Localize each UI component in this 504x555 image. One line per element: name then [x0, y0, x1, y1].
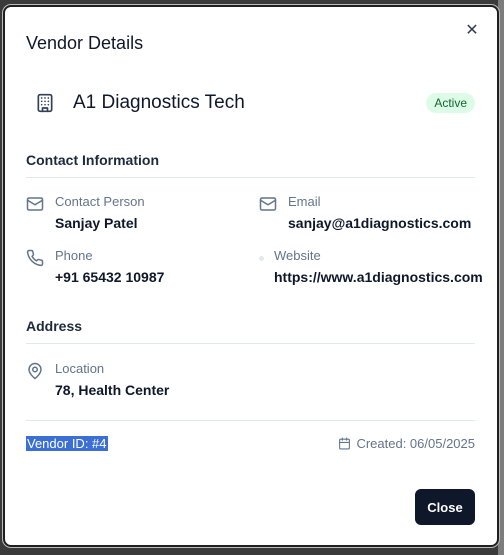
contact-section-title: Contact Information — [26, 152, 159, 168]
website-field: Website https://www.a1diagnostics.com — [259, 248, 483, 287]
vendor-name: A1 Diagnostics Tech — [73, 92, 245, 113]
location-value: 78, Health Center — [55, 382, 170, 398]
mail-icon — [259, 197, 277, 211]
close-icon[interactable]: ✕ — [463, 21, 481, 39]
vendor-header: A1 Diagnostics Tech Active — [26, 89, 475, 117]
modal-title: Vendor Details — [26, 33, 144, 53]
phone-value: +91 65432 10987 — [55, 269, 165, 285]
vendor-details-modal: ✕ Vendor Details A1 Diagnostics Tech Act… — [3, 5, 499, 547]
close-button[interactable]: Close — [415, 489, 475, 525]
contact-person-value: Sanjay Patel — [55, 215, 138, 231]
divider — [26, 420, 475, 421]
created-date-text: Created: 06/05/2025 — [356, 436, 475, 451]
calendar-icon — [339, 437, 351, 450]
phone-icon — [26, 249, 44, 267]
divider — [26, 343, 475, 344]
phone-field: Phone +91 65432 10987 — [26, 248, 164, 287]
building-icon — [37, 93, 53, 113]
created-date: Created: 06/05/2025 — [338, 436, 475, 451]
vendor-id: Vendor ID: #4 — [26, 436, 108, 451]
mail-icon — [26, 197, 44, 211]
status-badge: Active — [426, 93, 475, 113]
email-field: Email sanjay@a1diagnostics.com — [259, 194, 471, 233]
address-section-title: Address — [26, 318, 83, 334]
email-value: sanjay@a1diagnostics.com — [288, 215, 472, 231]
website-label: Website — [274, 248, 321, 263]
contact-person-field: Contact Person Sanjay Patel — [26, 194, 145, 233]
phone-label: Phone — [55, 248, 93, 263]
location-label: Location — [55, 361, 105, 376]
contact-person-label: Contact Person — [55, 194, 145, 209]
globe-icon — [259, 256, 264, 261]
location-field: Location 78, Health Center — [26, 361, 169, 400]
website-value[interactable]: https://www.a1diagnostics.com — [274, 267, 483, 287]
map-pin-icon — [28, 362, 42, 380]
divider — [26, 177, 475, 178]
email-label: Email — [288, 194, 321, 209]
